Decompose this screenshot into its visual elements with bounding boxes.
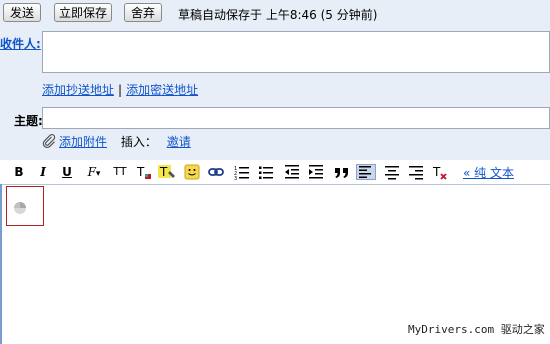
insert-label: 插入：: [120, 135, 157, 149]
italic-button[interactable]: I: [36, 164, 50, 180]
compose-toolbar: 发送 立即保存 舍弃 草稿自动保存于 上午8:46 (5 分钟前): [0, 0, 550, 28]
discard-button[interactable]: 舍弃: [124, 3, 162, 22]
draft-status: 草稿自动保存于 上午8:46 (5 分钟前): [178, 8, 378, 22]
emoticon-button[interactable]: [184, 164, 200, 180]
svg-text:3: 3: [234, 176, 237, 180]
attach-row: 添加附件 插入： 邀请: [42, 133, 191, 150]
save-now-button[interactable]: 立即保存: [54, 3, 112, 22]
underline-button[interactable]: U: [60, 164, 74, 180]
loading-spinner-icon: [14, 202, 26, 214]
align-right-button[interactable]: [408, 164, 424, 180]
numbered-list-button[interactable]: 123: [234, 164, 250, 180]
highlight-button[interactable]: T: [158, 164, 176, 180]
bold-button[interactable]: B: [12, 164, 26, 180]
add-bcc-link[interactable]: 添加密送地址: [126, 83, 198, 97]
align-center-button[interactable]: [384, 164, 400, 180]
svg-text:T: T: [159, 165, 168, 179]
align-left-icon: [359, 166, 371, 178]
font-icon: F: [87, 165, 96, 179]
remove-formatting-icon: T: [432, 165, 447, 180]
font-size-button[interactable]: TT: [110, 164, 130, 180]
to-input[interactable]: [42, 31, 550, 73]
numbered-list-icon: 123: [234, 166, 249, 180]
indent-button[interactable]: [308, 164, 324, 180]
message-body-editor[interactable]: [0, 184, 550, 344]
indent-icon: [309, 165, 323, 179]
text-size-icon: TT: [113, 165, 127, 178]
svg-text:T: T: [432, 165, 441, 179]
outdent-icon: [285, 165, 299, 179]
subject-label: 主题:: [14, 114, 43, 128]
add-attachment-link[interactable]: 添加附件: [59, 135, 107, 149]
loading-image-placeholder: [6, 186, 44, 226]
quote-button[interactable]: [334, 164, 350, 180]
align-right-icon: [409, 166, 423, 180]
highlight-icon: T: [158, 165, 175, 179]
svg-text:T: T: [136, 165, 145, 179]
quote-icon: [335, 168, 348, 178]
subject-input[interactable]: [42, 107, 550, 129]
link-separator: |: [118, 83, 123, 97]
add-cc-link[interactable]: 添加抄送地址: [42, 83, 114, 97]
smiley-icon: [184, 164, 200, 180]
plain-text-link[interactable]: « 纯 文本: [463, 164, 514, 181]
cc-bcc-links: 添加抄送地址 | 添加密送地址: [42, 81, 198, 98]
editor-focus-bar: [0, 184, 2, 344]
watermark: MyDrivers.com 驱动之家: [408, 323, 545, 336]
align-center-icon: [385, 166, 399, 180]
paperclip-icon: [42, 134, 56, 149]
align-left-button[interactable]: [356, 164, 376, 180]
send-button[interactable]: 发送: [3, 3, 41, 22]
font-family-button[interactable]: F▾: [84, 164, 104, 180]
text-color-button[interactable]: T: [136, 164, 152, 180]
invite-link[interactable]: 邀请: [167, 135, 191, 149]
bullet-list-icon: [259, 166, 273, 179]
to-label[interactable]: 收件人:: [0, 35, 41, 52]
bullet-list-button[interactable]: [258, 164, 274, 180]
outdent-button[interactable]: [284, 164, 300, 180]
link-button[interactable]: [208, 164, 224, 180]
link-icon: [208, 168, 224, 176]
format-toolbar: B I U F▾ TT T T 123 T « 纯 文本: [0, 160, 550, 184]
remove-formatting-button[interactable]: T: [432, 164, 448, 180]
text-color-icon: T: [136, 165, 151, 179]
